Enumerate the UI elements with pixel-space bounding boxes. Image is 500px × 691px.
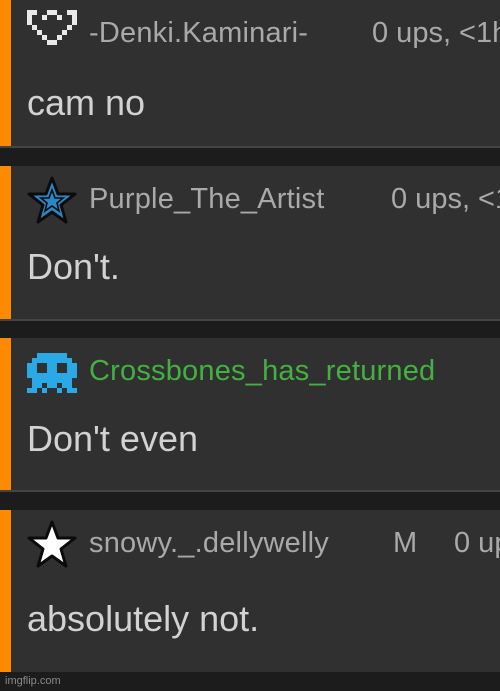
comment-header: -Denki.Kaminari- 0 ups, <1h (27, 0, 500, 66)
divider (0, 146, 500, 148)
comment-text: Don't even (27, 418, 198, 459)
username-link[interactable]: snowy._.dellywelly (89, 527, 329, 560)
username-link[interactable]: Purple_The_Artist (89, 183, 325, 216)
pixel-heart-icon[interactable] (27, 5, 77, 60)
comment-thread: -Denki.Kaminari- 0 ups, <1h cam no Purpl… (0, 0, 500, 691)
comment-header: Purple_The_Artist 0 ups, <1h (27, 166, 500, 232)
pixel-invader-icon[interactable] (27, 348, 77, 398)
comment-text: Don't. (27, 246, 120, 287)
divider (0, 490, 500, 492)
watermark: imgflip.com (5, 675, 61, 687)
comment-text: cam no (27, 82, 146, 123)
comment-item: Crossbones_has_returned Don't even (0, 338, 500, 492)
white-star-icon[interactable] (27, 520, 77, 570)
blue-star-icon[interactable] (27, 176, 77, 226)
divider (0, 319, 500, 321)
comment-item: Purple_The_Artist 0 ups, <1h Don't. (0, 166, 500, 321)
comment-item: -Denki.Kaminari- 0 ups, <1h cam no (0, 0, 500, 148)
comment-meta: 0 ups, <1h (372, 17, 500, 49)
comment-item: snowy._.dellywelly M 0 ups absolutely no… (0, 510, 500, 672)
comment-header: snowy._.dellywelly M 0 ups (27, 510, 500, 576)
mod-badge: M (393, 527, 418, 559)
username-link[interactable]: Crossbones_has_returned (89, 355, 435, 388)
comment-meta: 0 ups, <1h (391, 183, 500, 215)
comment-meta: 0 ups (454, 527, 500, 559)
username-link[interactable]: -Denki.Kaminari- (89, 17, 308, 50)
comment-text: absolutely not. (27, 598, 260, 639)
comment-header: Crossbones_has_returned (27, 338, 500, 404)
